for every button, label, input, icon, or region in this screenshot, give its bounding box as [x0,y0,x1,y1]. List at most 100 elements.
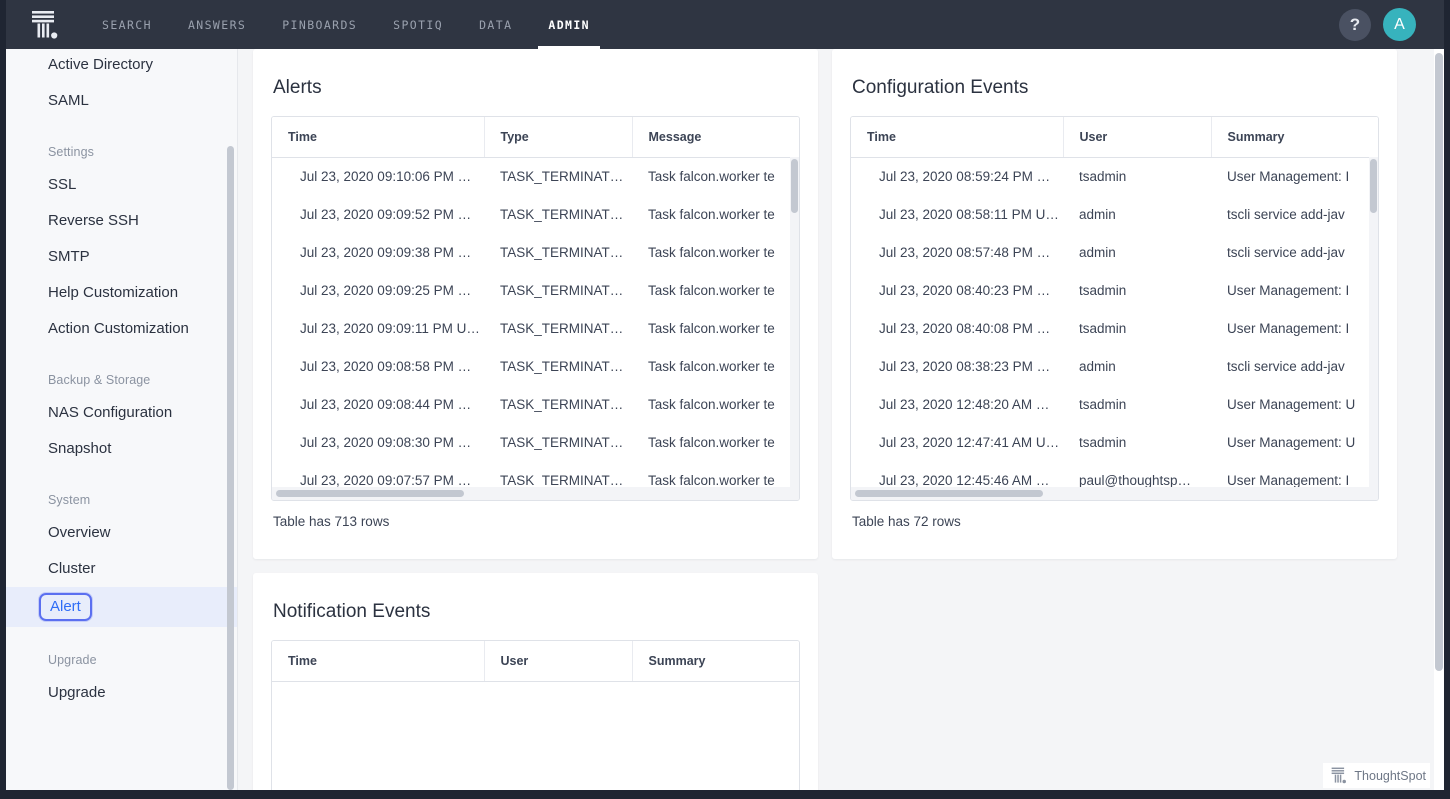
notification-events-table-wrapper: Time User Summary [271,640,800,791]
table-row[interactable]: Jul 23, 2020 09:09:38 PM …TASK_TERMINAT…… [272,234,799,272]
table-row[interactable]: Jul 23, 2020 08:38:23 PM …admintscli ser… [851,348,1378,386]
cell-time: Jul 23, 2020 08:38:23 PM … [851,348,1063,386]
config-col-time[interactable]: Time [851,117,1063,158]
notification-col-time[interactable]: Time [272,641,484,682]
alerts-table-head: Time Type Message [272,117,799,158]
cell-time: Jul 23, 2020 08:58:11 PM U… [851,196,1063,234]
sidebar-item-label: SSL [48,176,76,193]
alerts-col-time[interactable]: Time [272,117,484,158]
sidebar-item-snapshot[interactable]: Snapshot [6,431,238,467]
cell-summary: User Management: U [1211,424,1378,462]
nav-tab-admin[interactable]: ADMIN [530,0,608,49]
nav-tab-data[interactable]: DATA [461,0,530,49]
sidebar-item-saml[interactable]: SAML [6,83,238,119]
alerts-horizontal-scrollbar-track[interactable] [272,487,799,500]
configuration-events-horizontal-scrollbar-track[interactable] [851,487,1378,500]
sidebar-item-nas-configuration[interactable]: NAS Configuration [6,395,238,431]
sidebar-item-action-customization[interactable]: Action Customization [6,311,238,347]
avatar[interactable]: A [1383,8,1416,41]
alerts-horizontal-scrollbar-thumb[interactable] [276,490,464,497]
nav-tab-answers[interactable]: ANSWERS [170,0,264,49]
table-row[interactable]: Jul 23, 2020 09:09:11 PM U…TASK_TERMINAT… [272,310,799,348]
configuration-events-vertical-scrollbar-thumb[interactable] [1370,159,1377,213]
cell-time: Jul 23, 2020 09:08:44 PM … [272,386,484,424]
thoughtspot-logo-icon [1331,767,1347,784]
thoughtspot-home-logo[interactable] [6,0,84,49]
cell-time: Jul 23, 2020 08:40:08 PM … [851,310,1063,348]
alerts-vertical-scrollbar-track[interactable] [790,157,799,487]
sidebar-item-upgrade[interactable]: Upgrade [6,675,238,711]
footer-brand-label: ThoughtSpot [1354,769,1426,783]
alerts-col-type[interactable]: Type [484,117,632,158]
cell-type: TASK_TERMINAT… [484,272,632,310]
alerts-col-message[interactable]: Message [632,117,799,158]
nav-tab-search[interactable]: SEARCH [84,0,170,49]
sidebar-item-label: Snapshot [48,440,111,457]
cards-row-top: Alerts Time Type Message [253,49,1429,559]
table-row[interactable]: Jul 23, 2020 09:08:30 PM …TASK_TERMINAT…… [272,424,799,462]
sidebar-group-backup-storage: Backup & Storage [6,357,238,395]
sidebar-item-active-directory[interactable]: Active Directory [6,49,238,83]
nav-tab-label: DATA [479,18,512,32]
table-row[interactable]: Jul 23, 2020 12:48:20 AM …tsadminUser Ma… [851,386,1378,424]
cell-user: admin [1063,234,1211,272]
alerts-vertical-scrollbar-thumb[interactable] [791,159,798,213]
cell-message: Task falcon.worker te [632,272,799,310]
cell-time: Jul 23, 2020 09:09:11 PM U… [272,310,484,348]
table-header-row: Time User Summary [851,117,1378,158]
table-row[interactable]: Jul 23, 2020 12:47:41 AM U…tsadminUser M… [851,424,1378,462]
configuration-events-horizontal-scrollbar-thumb[interactable] [855,490,1043,497]
sidebar-item-help-customization[interactable]: Help Customization [6,275,238,311]
nav-tab-label: PINBOARDS [282,18,357,32]
cell-user: tsadmin [1063,158,1211,196]
sidebar-spacer [6,627,238,637]
notification-events-table: Time User Summary [272,641,799,682]
cell-summary: User Management: I [1211,310,1378,348]
table-row[interactable]: Jul 23, 2020 09:08:58 PM …TASK_TERMINAT…… [272,348,799,386]
config-col-summary[interactable]: Summary [1211,117,1378,158]
cell-summary: tscli service add-jav [1211,196,1378,234]
page-scrollbar-thumb[interactable] [1435,53,1443,671]
table-row[interactable]: Jul 23, 2020 08:57:48 PM …admintscli ser… [851,234,1378,272]
sidebar-item-label: Help Customization [48,284,178,301]
notification-events-card: Notification Events Time User Summary [253,573,818,791]
sidebar-item-label: Alert [39,593,92,621]
sidebar-item-label: SMTP [48,248,90,265]
sidebar-item-label: Upgrade [48,684,106,701]
sidebar-item-overview[interactable]: Overview [6,515,238,551]
sidebar-scrollbar-thumb[interactable] [227,146,234,790]
cell-summary: User Management: I [1211,158,1378,196]
notification-col-summary[interactable]: Summary [632,641,799,682]
sidebar-item-cluster[interactable]: Cluster [6,551,238,587]
sidebar-spacer [6,119,238,129]
cell-type: TASK_TERMINAT… [484,234,632,272]
table-row[interactable]: Jul 23, 2020 08:59:24 PM …tsadminUser Ma… [851,158,1378,196]
cell-message: Task falcon.worker te [632,158,799,196]
nav-tab-pinboards[interactable]: PINBOARDS [264,0,375,49]
sidebar-item-reverse-ssh[interactable]: Reverse SSH [6,203,238,239]
sidebar-item-label: Active Directory [48,56,153,73]
table-row[interactable]: Jul 23, 2020 09:10:06 PM …TASK_TERMINAT…… [272,158,799,196]
sidebar-item-ssl[interactable]: SSL [6,167,238,203]
table-row[interactable]: Jul 23, 2020 08:58:11 PM U…admintscli se… [851,196,1378,234]
page-scrollbar-track[interactable] [1434,49,1444,790]
configuration-events-vertical-scrollbar-track[interactable] [1369,157,1378,487]
sidebar-item-smtp[interactable]: SMTP [6,239,238,275]
table-row[interactable]: Jul 23, 2020 09:09:25 PM …TASK_TERMINAT…… [272,272,799,310]
cell-message: Task falcon.worker te [632,424,799,462]
nav-tab-spotiq[interactable]: SPOTIQ [375,0,461,49]
table-row[interactable]: Jul 23, 2020 08:40:08 PM …tsadminUser Ma… [851,310,1378,348]
sidebar-group-system: System [6,477,238,515]
cell-time: Jul 23, 2020 09:08:30 PM … [272,424,484,462]
table-row[interactable]: Jul 23, 2020 08:40:23 PM …tsadminUser Ma… [851,272,1378,310]
configuration-events-row-count: Table has 72 rows [850,501,1379,529]
table-row[interactable]: Jul 23, 2020 09:09:52 PM …TASK_TERMINAT…… [272,196,799,234]
configuration-events-card: Configuration Events Time User Summary [832,49,1397,559]
sidebar-item-alert[interactable]: Alert [6,587,238,627]
help-icon[interactable]: ? [1339,9,1371,41]
table-row[interactable]: Jul 23, 2020 09:08:44 PM …TASK_TERMINAT…… [272,386,799,424]
config-col-user[interactable]: User [1063,117,1211,158]
cell-summary: User Management: I [1211,272,1378,310]
notification-col-user[interactable]: User [484,641,632,682]
app-window: SEARCH ANSWERS PINBOARDS SPOTIQ DATA ADM… [0,0,1450,799]
